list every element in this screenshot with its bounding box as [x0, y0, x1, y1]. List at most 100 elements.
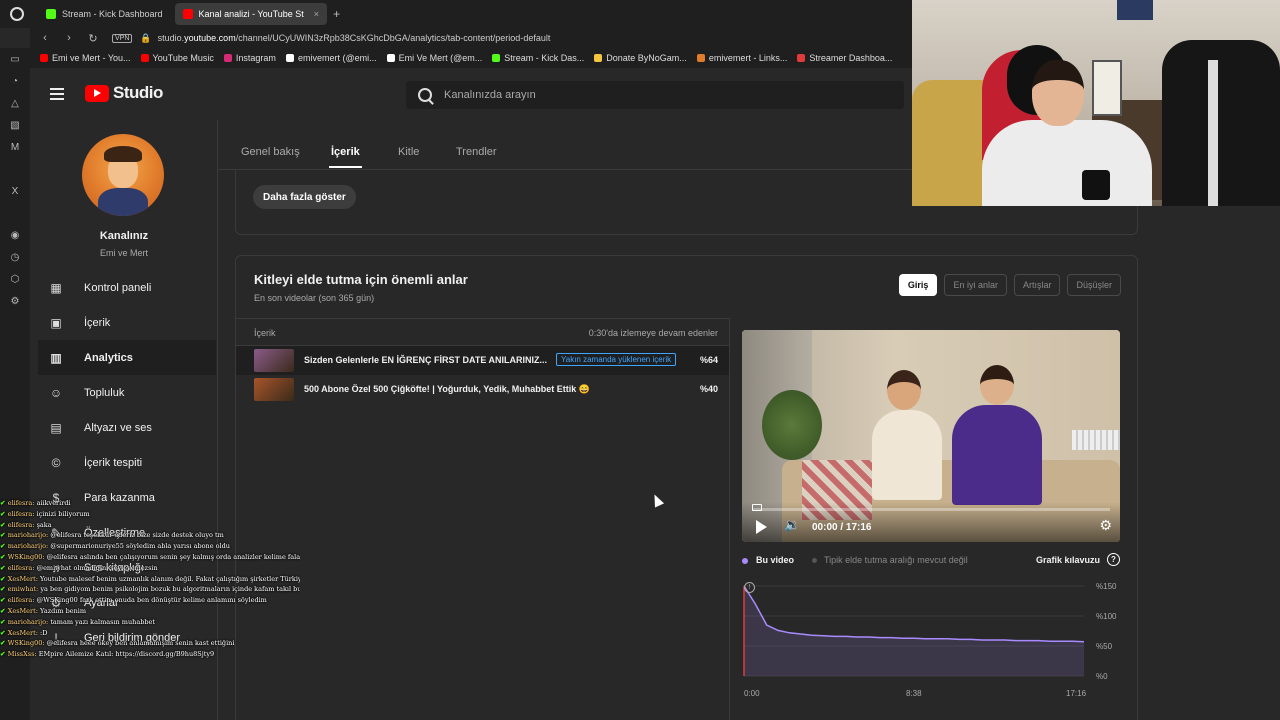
bookmark-item[interactable]: Emi ve Mert - You...: [40, 53, 131, 63]
chat-username: elifesra:: [7, 499, 35, 507]
opera-logo-icon[interactable]: [10, 7, 24, 21]
messenger-icon[interactable]: ▭: [0, 48, 30, 70]
filter-chip[interactable]: Giriş: [898, 274, 938, 296]
col-retention[interactable]: 0:30'da izlemeye devam edenler: [589, 328, 718, 338]
bookmark-favicon-icon: [140, 54, 149, 62]
chat-username: marioharijo:: [7, 617, 49, 626]
new-tab-button[interactable]: +: [333, 7, 340, 21]
back-icon[interactable]: ‹: [36, 32, 54, 44]
studio-logo[interactable]: Studio: [85, 83, 163, 103]
y-tick-label: %100: [1096, 612, 1117, 621]
tab-analytics-2[interactable]: Kitle: [398, 146, 419, 158]
progress-bar[interactable]: [752, 508, 1110, 511]
bookmark-label: Emi Ve Mert (@em...: [398, 53, 483, 63]
browser-tab[interactable]: Kanal analizi - YouTube St ×: [174, 3, 328, 25]
sidebar-item-content[interactable]: ▣ İçerik: [30, 305, 218, 340]
show-more-button[interactable]: Daha fazla göster: [253, 185, 356, 209]
menu-icon[interactable]: [50, 88, 64, 103]
bookmark-item[interactable]: Instagram: [223, 53, 276, 63]
video-player[interactable]: 🔉 00:00 / 17:16 ⚙: [742, 330, 1120, 542]
tab-close-icon[interactable]: ×: [314, 9, 319, 19]
sidebar-item-analytics[interactable]: ▥ Analytics: [38, 340, 216, 375]
bookmark-label: Donate ByNoGam...: [606, 53, 687, 63]
lock-icon[interactable]: 🔒: [140, 33, 151, 44]
sidebar-item-community[interactable]: ☺ Topluluk: [30, 375, 218, 410]
sidebar-item-dashboard[interactable]: ▦ Kontrol paneli: [30, 270, 218, 305]
search-input[interactable]: [444, 89, 844, 101]
channel-avatar[interactable]: [82, 134, 164, 216]
retention-chart-svg: %150 %100 %50 %0 0:00 8:38 17:16: [743, 582, 1117, 698]
bookmark-favicon-icon: [797, 54, 806, 62]
kick-badge-icon: ✔: [0, 606, 8, 615]
video-thumbnail[interactable]: [254, 349, 294, 372]
x-tick-label: 8:38: [906, 689, 922, 698]
sidebar-item-subtitles[interactable]: ▤ Altyazı ve ses: [30, 410, 218, 445]
bookmark-item[interactable]: YouTube Music: [140, 53, 214, 63]
table-row[interactable]: 500 Abone Özel 500 Çiğköfte! | Yoğurduk,…: [236, 375, 729, 404]
channel-handle: Emi ve Mert: [99, 248, 148, 258]
extensions-icon[interactable]: ⬡: [0, 268, 30, 290]
search-icon: [418, 88, 432, 102]
retention-chart[interactable]: ! %150 %100 %50 %0 0:00 8:38 17:16: [742, 580, 1120, 700]
video-title[interactable]: 500 Abone Özel 500 Çiğköfte! | Yoğurduk,…: [304, 384, 590, 395]
chat-username: marioharijo:: [7, 531, 49, 540]
reload-icon[interactable]: ↻: [84, 32, 102, 45]
player-icon[interactable]: ◉: [0, 224, 30, 246]
history-icon[interactable]: ◔: [0, 70, 30, 92]
bookmark-item[interactable]: emivemert (@emi...: [285, 53, 377, 63]
sidebar-settings-icon[interactable]: ⚙: [0, 290, 30, 312]
vpn-badge[interactable]: VPN: [112, 33, 133, 43]
stream-chat-overlay: ✔ elifesra: aiikverirdi ✔ elifesra: içini…: [0, 498, 300, 720]
x-tick-label: 0:00: [744, 689, 760, 698]
chart-guide-link[interactable]: Grafik kılavuzu: [1036, 555, 1100, 565]
pinboard-icon[interactable]: ▧: [0, 114, 30, 136]
sidebar-item-copyright[interactable]: © İçerik tespiti: [30, 445, 218, 480]
browser-tab[interactable]: Stream - Kick Dashboard: [38, 3, 171, 25]
col-content[interactable]: İçerik: [254, 328, 276, 338]
table-row[interactable]: Sizden Gelenlerle EN İĞRENÇ FİRST DATE A…: [236, 346, 729, 375]
bookmark-item[interactable]: emivemert - Links...: [696, 53, 787, 63]
volume-icon[interactable]: 🔉: [784, 517, 800, 533]
bookmark-favicon-icon: [594, 54, 603, 62]
bookmark-label: YouTube Music: [152, 53, 214, 63]
url-field[interactable]: studio.youtube.com/channel/UCyUWIN3zRpb3…: [158, 33, 551, 43]
bookmark-favicon-icon: [285, 54, 294, 62]
bookmark-favicon-icon: [386, 54, 395, 62]
filter-chip[interactable]: Düşüşler: [1067, 274, 1121, 296]
chat-message: ✔ WSKing00: @elifesra aslında ben çalışı…: [0, 552, 300, 563]
youtube-play-icon: [85, 84, 109, 102]
kick-badge-icon: ✔: [0, 628, 8, 637]
tab-analytics-3[interactable]: Trendler: [456, 146, 497, 158]
forward-icon[interactable]: ›: [60, 32, 78, 44]
chat-message: ✔ marioharijo: tamam yazı kalmasın muhab…: [0, 617, 300, 628]
chat-username: WSKing00:: [7, 639, 45, 648]
content-icon: ▣: [50, 315, 62, 330]
play-icon[interactable]: [756, 520, 767, 534]
info-icon[interactable]: !: [744, 582, 755, 593]
clock-icon[interactable]: ◷: [0, 246, 30, 268]
video-thumbnail[interactable]: [254, 378, 294, 401]
aria-icon[interactable]: △: [0, 92, 30, 114]
bookmark-item[interactable]: Streamer Dashboa...: [797, 53, 892, 63]
tab-analytics-1[interactable]: İçerik: [329, 146, 362, 168]
x-icon[interactable]: X: [0, 180, 30, 202]
filter-chip[interactable]: En iyi anlar: [944, 274, 1007, 296]
tab-analytics-0[interactable]: Genel bakış: [241, 146, 300, 158]
kick-badge-icon: ✔: [0, 574, 8, 583]
bookmark-label: emivemert (@emi...: [297, 53, 377, 63]
chat-username: XesMert:: [7, 574, 38, 583]
copyright-icon: ©: [51, 455, 61, 470]
bookmark-item[interactable]: Stream - Kick Das...: [492, 53, 584, 63]
m-icon[interactable]: M: [0, 136, 30, 158]
chat-message: ✔ elifesra: @WSKing00 fark ettim onuda b…: [0, 595, 300, 606]
chat-text: @elifesra aslında ben çalışıyorum senin …: [46, 552, 300, 561]
video-title[interactable]: Sizden Gelenlerle EN İĞRENÇ FİRST DATE A…: [304, 355, 547, 365]
search-box[interactable]: [406, 81, 904, 109]
bookmark-item[interactable]: Donate ByNoGam...: [594, 53, 687, 63]
chat-username: WSKing00:: [7, 552, 45, 561]
help-icon[interactable]: ?: [1107, 553, 1120, 566]
kick-badge-icon: ✔: [0, 650, 8, 659]
filter-chip[interactable]: Artışlar: [1013, 274, 1061, 296]
bookmark-item[interactable]: Emi Ve Mert (@em...: [386, 53, 483, 63]
player-settings-icon[interactable]: ⚙: [1099, 517, 1112, 534]
